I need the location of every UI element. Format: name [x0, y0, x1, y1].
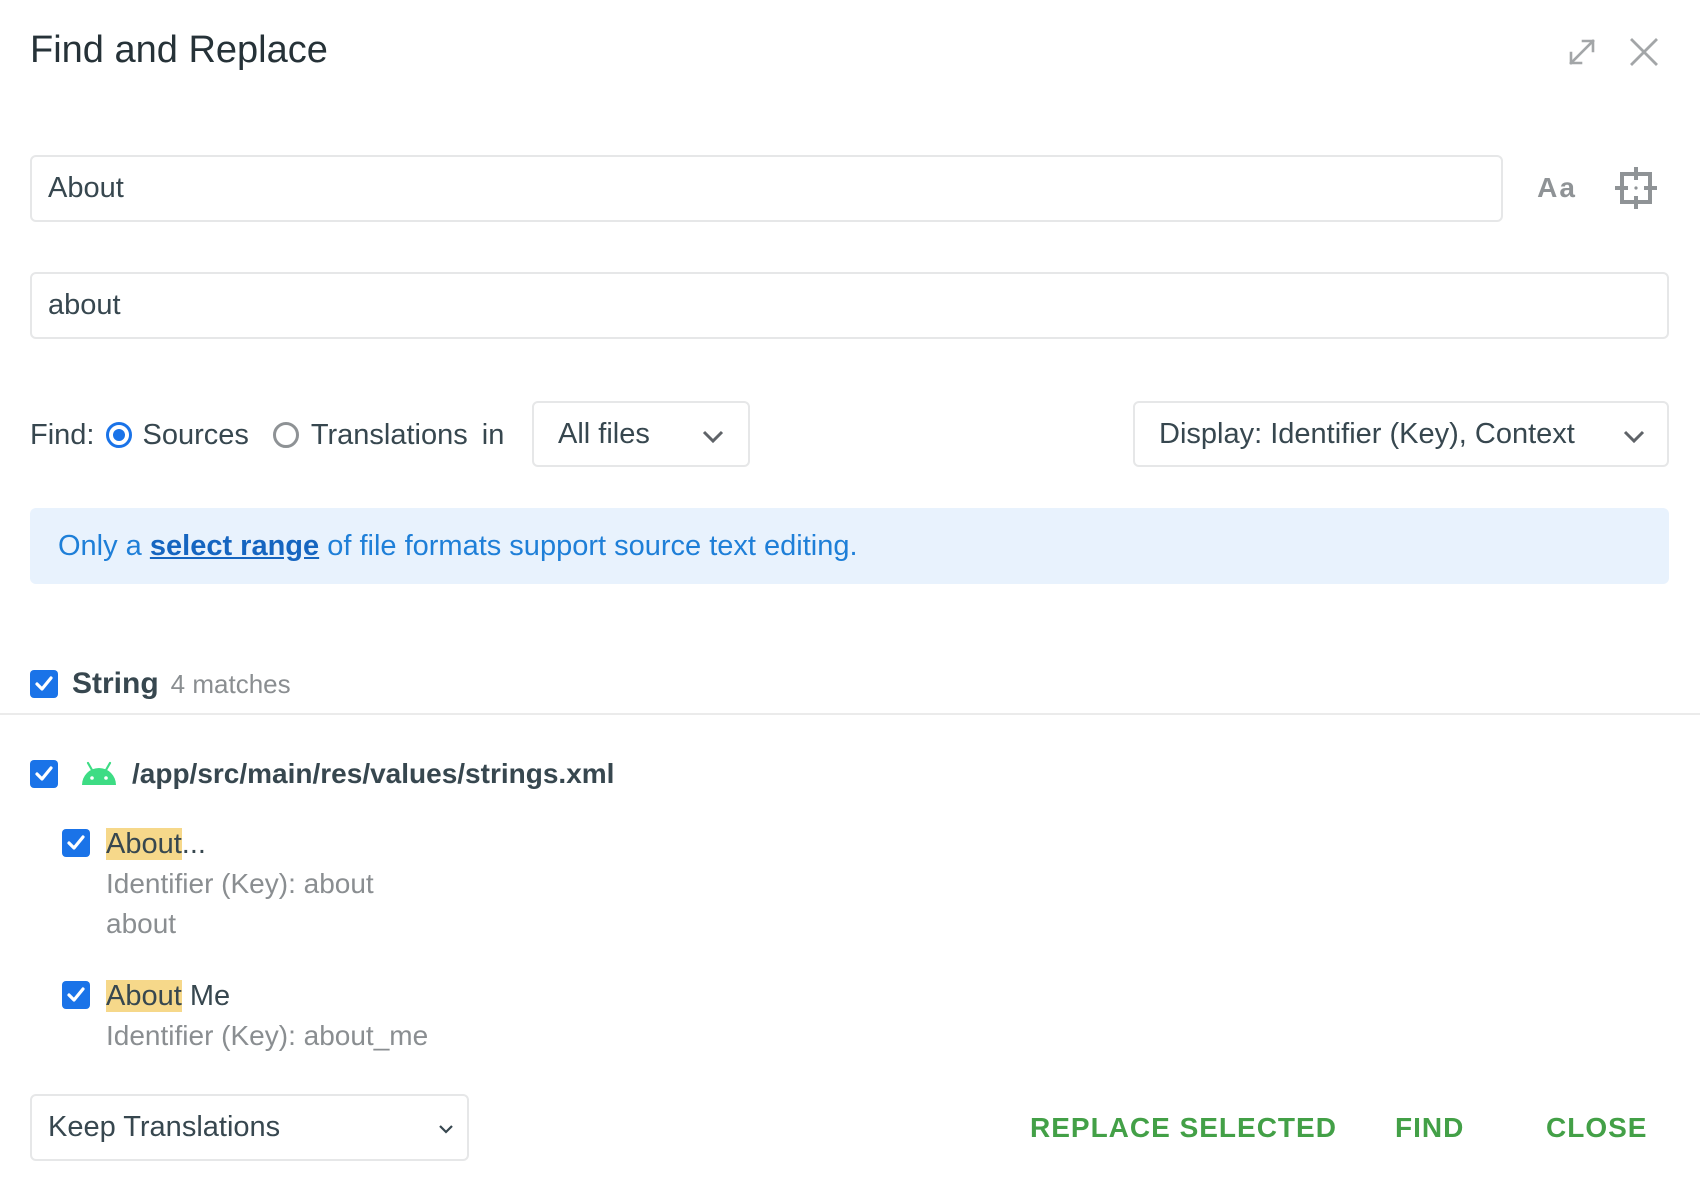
find-in-selection-icon: [1615, 167, 1657, 209]
file-checkbox[interactable]: [30, 760, 58, 788]
replace-input[interactable]: about: [30, 272, 1669, 339]
find-scope-row: Find: Sources Translations in: [30, 410, 504, 460]
match-case-button[interactable]: Aa: [1532, 168, 1582, 208]
display-select-value: Display: Identifier (Key), Context: [1159, 417, 1575, 450]
result-item: About... Identifier (Key): about about: [62, 824, 374, 944]
info-banner: Only a select range of file formats supp…: [30, 508, 1669, 584]
expand-button[interactable]: [1562, 32, 1602, 72]
match-case-icon: Aa: [1537, 172, 1577, 203]
chevron-down-icon: [439, 1125, 453, 1134]
banner-suffix: of file formats support source text edit…: [319, 529, 858, 562]
radio-translations[interactable]: [272, 422, 299, 448]
find-input-value: About: [48, 172, 124, 204]
match-highlight: About: [106, 828, 182, 860]
result-item-text[interactable]: About Me: [106, 976, 428, 1016]
file-row: /app/src/main/res/values/strings.xml: [30, 754, 614, 794]
radio-sources[interactable]: [106, 422, 133, 448]
result-item-checkbox[interactable]: [62, 829, 90, 857]
result-item-key: Identifier (Key): about: [106, 868, 374, 899]
chevron-down-icon: [1623, 430, 1645, 444]
replace-selected-button[interactable]: REPLACE SELECTED: [1030, 1112, 1337, 1144]
translations-select[interactable]: Keep Translations: [30, 1094, 469, 1161]
divider: [0, 713, 1700, 715]
group-label: String: [72, 667, 159, 700]
close-dialog-button[interactable]: [1624, 32, 1664, 72]
chevron-down-icon: [702, 430, 724, 444]
radio-sources-label[interactable]: Sources: [142, 419, 248, 452]
files-select[interactable]: All files: [532, 401, 750, 467]
result-item-checkbox[interactable]: [62, 981, 90, 1009]
display-select[interactable]: Display: Identifier (Key), Context: [1133, 401, 1669, 467]
close-button[interactable]: CLOSE: [1546, 1112, 1647, 1144]
result-item-text[interactable]: About...: [106, 824, 374, 864]
result-item-rest: Me: [181, 980, 231, 1012]
result-item: About Me Identifier (Key): about_me: [62, 976, 428, 1056]
find-label: Find:: [30, 418, 95, 451]
result-item-rest: ...: [181, 828, 206, 860]
match-count: 4 matches: [170, 668, 291, 699]
match-highlight: About: [106, 980, 182, 1012]
checkmark-icon: [67, 835, 85, 850]
find-input[interactable]: About: [30, 155, 1503, 222]
find-button[interactable]: FIND: [1395, 1112, 1464, 1144]
close-x-icon: [1630, 38, 1658, 66]
translations-select-value: Keep Translations: [48, 1111, 281, 1143]
expand-arrows-icon: [1569, 39, 1595, 65]
android-icon: [82, 761, 116, 785]
checkmark-icon: [67, 987, 85, 1002]
files-select-value: All files: [558, 417, 650, 450]
find-in-selection-button[interactable]: [1612, 164, 1660, 212]
group-checkbox[interactable]: [30, 670, 58, 698]
replace-input-value: about: [48, 289, 121, 321]
result-item-key: Identifier (Key): about_me: [106, 1020, 429, 1051]
checkmark-icon: [35, 766, 53, 781]
results-group-header: String 4 matches: [30, 664, 291, 704]
checkmark-icon: [35, 676, 53, 691]
result-item-context: about: [106, 908, 177, 939]
banner-prefix: Only a: [58, 529, 150, 562]
file-path: /app/src/main/res/values/strings.xml: [132, 758, 615, 789]
select-range-link[interactable]: select range: [150, 530, 319, 563]
dialog-title: Find and Replace: [30, 29, 328, 71]
radio-translations-label[interactable]: Translations: [311, 419, 468, 452]
in-label: in: [481, 418, 505, 451]
